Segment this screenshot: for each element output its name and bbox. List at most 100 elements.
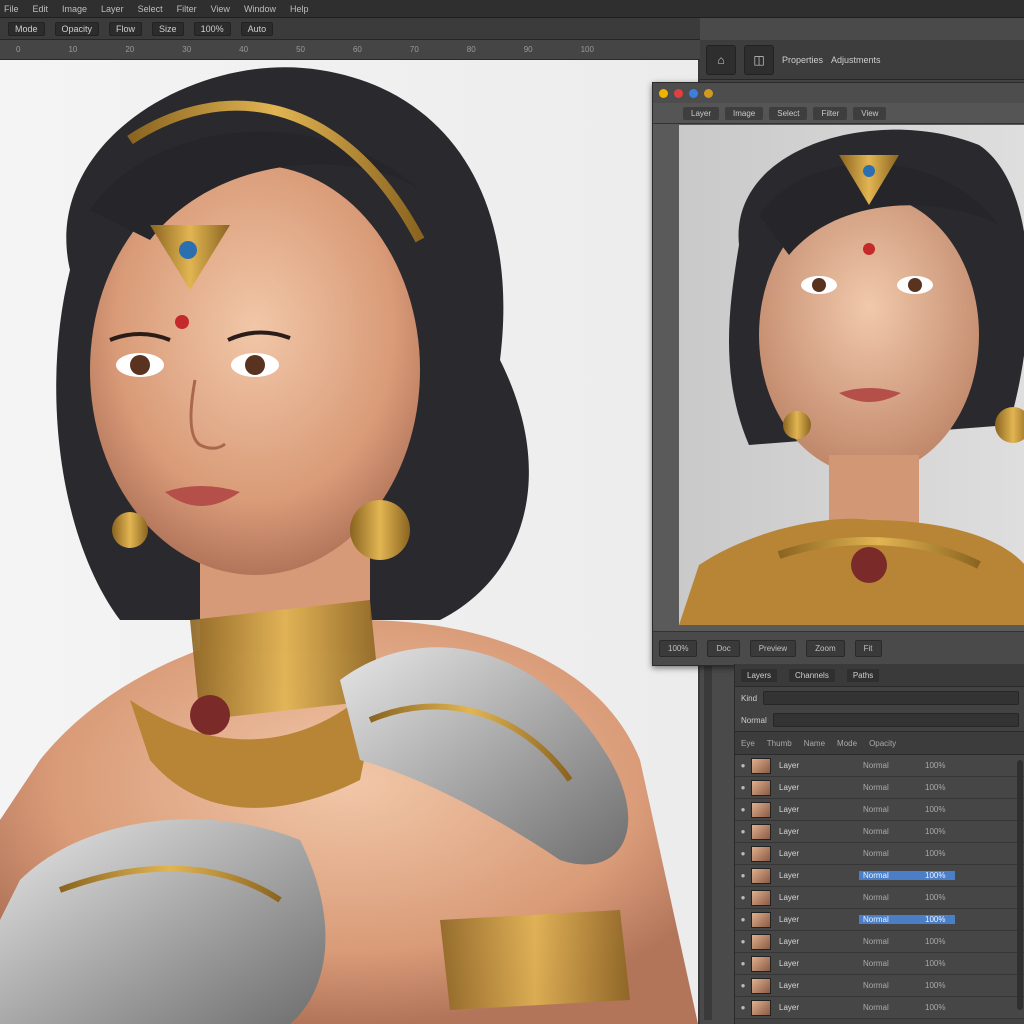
layers-scrollbar[interactable] [1017,760,1023,1010]
blend-mode-select[interactable] [772,713,1019,727]
eye-icon[interactable]: ● [735,981,751,990]
preview-tab-3[interactable]: Filter [813,106,848,120]
filter-kind-field[interactable] [763,691,1019,705]
layer-row[interactable]: ● Layer Normal 100% [735,777,1024,799]
eye-icon[interactable]: ● [735,849,751,858]
layer-row[interactable]: ● Layer Normal 100% [735,755,1024,777]
layer-name: Layer [779,959,800,968]
layer-row[interactable]: ● Layer Normal 100% [735,953,1024,975]
layer-blend-mode: Normal [863,827,889,836]
layers-tab-2[interactable]: Paths [846,668,880,682]
layer-blend-mode: Normal [863,959,889,968]
layer-blend-mode: Normal [863,981,889,990]
layer-row[interactable]: ● Layer Normal 100% [735,975,1024,997]
ruler-tick-0: 0 [16,45,21,54]
preview-footer-button-4[interactable]: Fit [854,640,882,657]
layers-tab-1[interactable]: Channels [789,668,835,682]
layer-opacity: 100% [925,915,955,924]
menu-item-1[interactable]: Edit [33,4,49,14]
option-chip-4[interactable]: 100% [193,21,231,36]
eye-icon[interactable]: ● [735,893,751,902]
layer-blend-mode: Normal [863,849,889,858]
eye-icon[interactable]: ● [735,915,751,924]
preview-footer-button-0[interactable]: 100% [659,640,698,657]
menu-item-5[interactable]: Filter [177,4,197,14]
camera-tool-button[interactable]: ◫ [744,44,774,75]
preview-portrait [679,129,1024,625]
preview-footer-button-2[interactable]: Preview [749,640,797,657]
ruler-tick-2: 20 [125,45,135,54]
menu-item-0[interactable]: File [4,4,19,14]
layer-opacity: 100% [925,937,946,946]
layer-row[interactable]: ● Layer Normal 100% [735,909,1024,931]
layer-row[interactable]: ● Layer Normal 100% [735,887,1024,909]
ruler-tick-3: 30 [182,45,192,54]
option-chip-2[interactable]: Flow [109,21,143,36]
preview-tab-1[interactable]: Image [725,106,764,120]
preview-footer-button-1[interactable]: Doc [707,640,740,657]
menu-item-2[interactable]: Image [62,4,87,14]
window-control-dot-0[interactable] [659,88,668,98]
layer-filter-row: Kind [735,687,1024,709]
main-canvas[interactable] [0,60,698,1024]
eye-icon[interactable]: ● [735,871,751,880]
eye-icon[interactable]: ● [735,827,751,836]
ruler-tick-4: 40 [239,45,249,54]
menu-item-7[interactable]: Window [244,4,276,14]
preview-tab-2[interactable]: Select [769,106,808,120]
eye-icon[interactable]: ● [735,937,751,946]
preview-footer: 100% Doc Preview Zoom Fit [653,631,1024,665]
layer-row[interactable]: ● Layer Normal 100% [735,843,1024,865]
ruler-tick-5: 50 [296,45,305,54]
layer-blend-mode: Normal [859,915,925,924]
layer-thumbnail [751,757,771,774]
layers-tab-0[interactable]: Layers [741,668,778,682]
preview-footer-button-3[interactable]: Zoom [806,640,845,657]
layer-thumbnail [751,801,771,818]
layer-row[interactable]: ● Layer Normal 100% [735,821,1024,843]
preview-tab-0[interactable]: Layer [683,106,720,120]
window-control-dot-3[interactable] [704,88,713,98]
window-control-dot-2[interactable] [689,88,698,98]
preview-tab-4[interactable]: View [853,106,887,120]
layer-thumbnail [751,889,771,906]
layers-column-1: Thumb [766,738,792,748]
layer-row[interactable]: ● Layer Normal 100% [735,799,1024,821]
layer-row[interactable]: ● Layer Normal 100% [735,931,1024,953]
filter-kind-label: Kind [741,693,758,703]
horizontal-ruler: 0 10 20 30 40 50 60 70 80 90 100 [0,40,700,60]
layer-opacity: 100% [925,849,946,858]
menu-item-6[interactable]: View [211,4,230,14]
layer-name: Layer [779,805,800,814]
layer-opacity: 100% [925,783,946,792]
menu-item-4[interactable]: Select [138,4,163,14]
ruler-tick-7: 70 [409,45,419,54]
menu-item-3[interactable]: Layer [101,4,124,14]
window-control-dot-1[interactable] [674,88,683,98]
eye-icon[interactable]: ● [735,959,751,968]
layer-name: Layer [779,761,800,770]
preview-canvas[interactable] [679,125,1024,625]
layer-row[interactable]: ● Layer Normal 100% [735,997,1024,1019]
ruler-tick-6: 60 [352,45,362,54]
properties-tab[interactable]: Properties [782,55,823,65]
layers-panel: Layers Channels Paths Kind Normal Eye Thumb… [734,664,1024,1024]
layers-column-headers: Eye Thumb Name Mode Opacity [735,731,1024,755]
move-tool-button[interactable]: ⌂ [706,44,736,75]
option-chip-3[interactable]: Size [152,21,184,36]
layers-panel-tabs: Layers Channels Paths [735,664,1024,687]
eye-icon[interactable]: ● [735,805,751,814]
layer-row[interactable]: ● Layer Normal 100% [735,865,1024,887]
option-chip-0[interactable]: Mode [8,21,45,36]
eye-icon[interactable]: ● [735,783,751,792]
eye-icon[interactable]: ● [735,1003,751,1012]
option-chip-5[interactable]: Auto [240,21,274,36]
layer-thumbnail [751,867,771,884]
option-chip-1[interactable]: Opacity [54,21,100,36]
eye-icon[interactable]: ● [735,761,751,770]
layers-column-3: Mode [837,738,858,748]
layers-column-0: Eye [741,738,755,748]
menu-item-8[interactable]: Help [290,4,309,14]
layer-name: Layer [779,827,800,836]
layer-name: Layer [779,849,800,858]
